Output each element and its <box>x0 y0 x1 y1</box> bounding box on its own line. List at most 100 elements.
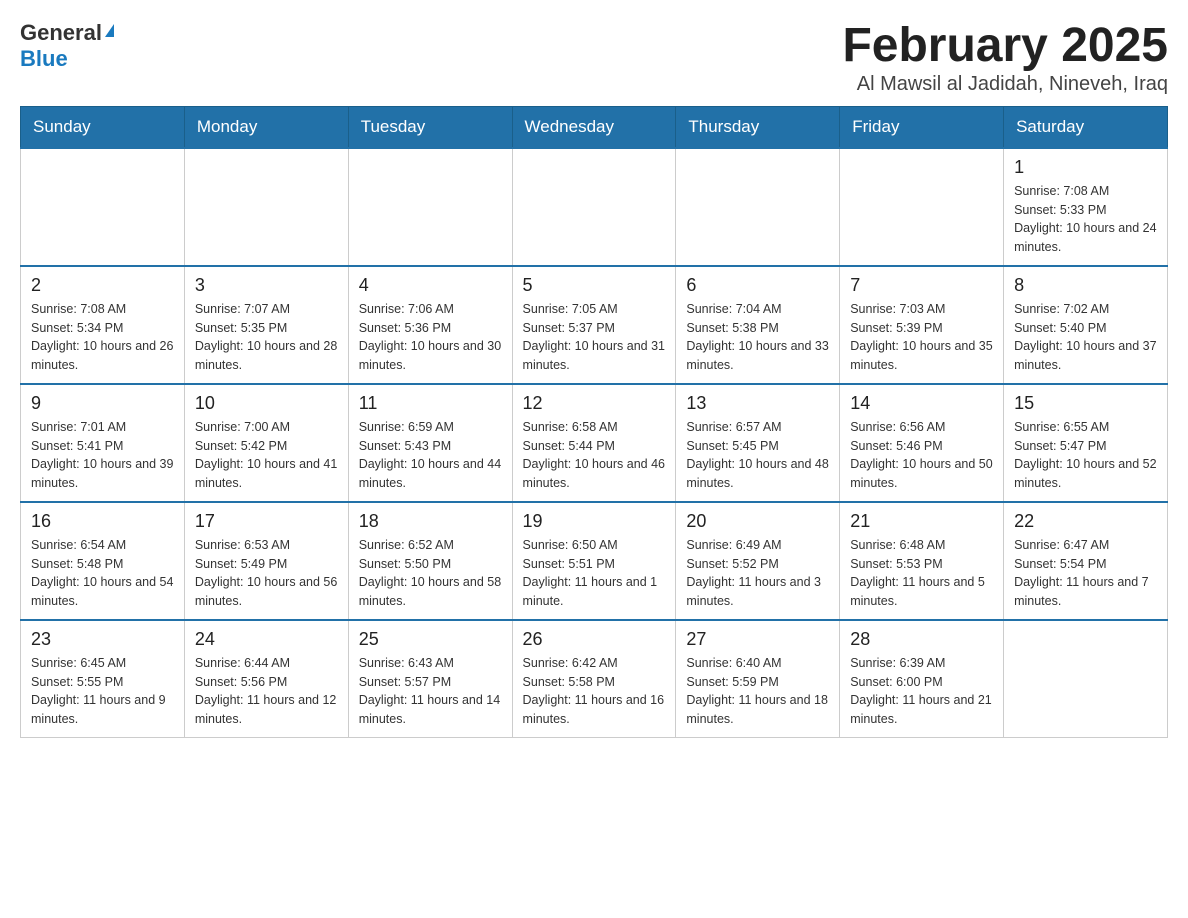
day-number: 17 <box>195 511 338 532</box>
day-info: Sunrise: 6:40 AMSunset: 5:59 PMDaylight:… <box>686 654 829 729</box>
day-number: 25 <box>359 629 502 650</box>
calendar-cell: 10 Sunrise: 7:00 AMSunset: 5:42 PMDayligh… <box>184 384 348 502</box>
day-info: Sunrise: 6:47 AMSunset: 5:54 PMDaylight:… <box>1014 536 1157 611</box>
title-area: February 2025 Al Mawsil al Jadidah, Nine… <box>842 20 1168 96</box>
day-number: 12 <box>523 393 666 414</box>
day-number: 14 <box>850 393 993 414</box>
day-number: 24 <box>195 629 338 650</box>
day-info: Sunrise: 6:56 AMSunset: 5:46 PMDaylight:… <box>850 418 993 493</box>
day-number: 5 <box>523 275 666 296</box>
calendar-cell: 2 Sunrise: 7:08 AMSunset: 5:34 PMDaylight… <box>21 266 185 384</box>
logo-blue-text: Blue <box>20 46 68 71</box>
calendar-table: SundayMondayTuesdayWednesdayThursdayFrid… <box>20 106 1168 738</box>
day-number: 10 <box>195 393 338 414</box>
week-row: 2 Sunrise: 7:08 AMSunset: 5:34 PMDaylight… <box>21 266 1168 384</box>
day-info: Sunrise: 6:54 AMSunset: 5:48 PMDaylight:… <box>31 536 174 611</box>
week-row: 16 Sunrise: 6:54 AMSunset: 5:48 PMDayligh… <box>21 502 1168 620</box>
calendar-cell <box>676 148 840 266</box>
calendar-cell: 6 Sunrise: 7:04 AMSunset: 5:38 PMDaylight… <box>676 266 840 384</box>
calendar-cell: 16 Sunrise: 6:54 AMSunset: 5:48 PMDayligh… <box>21 502 185 620</box>
day-of-week-header: Tuesday <box>348 106 512 148</box>
day-number: 13 <box>686 393 829 414</box>
calendar-cell: 24 Sunrise: 6:44 AMSunset: 5:56 PMDayligh… <box>184 620 348 738</box>
day-number: 28 <box>850 629 993 650</box>
calendar-cell: 23 Sunrise: 6:45 AMSunset: 5:55 PMDayligh… <box>21 620 185 738</box>
day-info: Sunrise: 7:08 AMSunset: 5:34 PMDaylight:… <box>31 300 174 375</box>
day-number: 7 <box>850 275 993 296</box>
day-info: Sunrise: 6:49 AMSunset: 5:52 PMDaylight:… <box>686 536 829 611</box>
day-info: Sunrise: 6:59 AMSunset: 5:43 PMDaylight:… <box>359 418 502 493</box>
day-of-week-header: Wednesday <box>512 106 676 148</box>
day-number: 3 <box>195 275 338 296</box>
calendar-cell: 28 Sunrise: 6:39 AMSunset: 6:00 PMDayligh… <box>840 620 1004 738</box>
day-number: 15 <box>1014 393 1157 414</box>
day-number: 6 <box>686 275 829 296</box>
day-info: Sunrise: 7:02 AMSunset: 5:40 PMDaylight:… <box>1014 300 1157 375</box>
day-info: Sunrise: 6:44 AMSunset: 5:56 PMDaylight:… <box>195 654 338 729</box>
day-info: Sunrise: 6:42 AMSunset: 5:58 PMDaylight:… <box>523 654 666 729</box>
calendar-title: February 2025 <box>842 20 1168 73</box>
calendar-cell: 27 Sunrise: 6:40 AMSunset: 5:59 PMDayligh… <box>676 620 840 738</box>
calendar-cell: 13Sunrise: 6:57 AMSunset: 5:45 PMDayligh… <box>676 384 840 502</box>
calendar-header-row: SundayMondayTuesdayWednesdayThursdayFrid… <box>21 106 1168 148</box>
logo-triangle-icon <box>105 24 114 37</box>
day-number: 11 <box>359 393 502 414</box>
day-number: 8 <box>1014 275 1157 296</box>
week-row: 9 Sunrise: 7:01 AMSunset: 5:41 PMDaylight… <box>21 384 1168 502</box>
page-header: General Blue February 2025 Al Mawsil al … <box>20 20 1168 96</box>
day-info: Sunrise: 6:55 AMSunset: 5:47 PMDaylight:… <box>1014 418 1157 493</box>
calendar-cell <box>21 148 185 266</box>
calendar-cell: 22 Sunrise: 6:47 AMSunset: 5:54 PMDayligh… <box>1004 502 1168 620</box>
calendar-cell: 8 Sunrise: 7:02 AMSunset: 5:40 PMDaylight… <box>1004 266 1168 384</box>
day-info: Sunrise: 7:04 AMSunset: 5:38 PMDaylight:… <box>686 300 829 375</box>
day-info: Sunrise: 6:45 AMSunset: 5:55 PMDaylight:… <box>31 654 174 729</box>
calendar-cell: 12 Sunrise: 6:58 AMSunset: 5:44 PMDayligh… <box>512 384 676 502</box>
day-number: 9 <box>31 393 174 414</box>
day-number: 21 <box>850 511 993 532</box>
day-number: 27 <box>686 629 829 650</box>
logo-general-text: General <box>20 20 102 46</box>
day-info: Sunrise: 6:39 AMSunset: 6:00 PMDaylight:… <box>850 654 993 729</box>
day-info: Sunrise: 7:07 AMSunset: 5:35 PMDaylight:… <box>195 300 338 375</box>
calendar-cell: 17Sunrise: 6:53 AMSunset: 5:49 PMDayligh… <box>184 502 348 620</box>
day-info: Sunrise: 6:50 AMSunset: 5:51 PMDaylight:… <box>523 536 666 611</box>
day-info: Sunrise: 7:08 AMSunset: 5:33 PMDaylight:… <box>1014 182 1157 257</box>
day-number: 18 <box>359 511 502 532</box>
calendar-cell: 25 Sunrise: 6:43 AMSunset: 5:57 PMDayligh… <box>348 620 512 738</box>
day-number: 23 <box>31 629 174 650</box>
day-info: Sunrise: 6:58 AMSunset: 5:44 PMDaylight:… <box>523 418 666 493</box>
calendar-cell <box>1004 620 1168 738</box>
calendar-cell: 15 Sunrise: 6:55 AMSunset: 5:47 PMDayligh… <box>1004 384 1168 502</box>
day-info: Sunrise: 7:03 AMSunset: 5:39 PMDaylight:… <box>850 300 993 375</box>
day-info: Sunrise: 7:05 AMSunset: 5:37 PMDaylight:… <box>523 300 666 375</box>
day-number: 2 <box>31 275 174 296</box>
day-number: 1 <box>1014 157 1157 178</box>
day-number: 20 <box>686 511 829 532</box>
day-of-week-header: Thursday <box>676 106 840 148</box>
calendar-cell <box>348 148 512 266</box>
calendar-cell: 21 Sunrise: 6:48 AMSunset: 5:53 PMDayligh… <box>840 502 1004 620</box>
day-info: Sunrise: 6:52 AMSunset: 5:50 PMDaylight:… <box>359 536 502 611</box>
day-info: Sunrise: 7:00 AMSunset: 5:42 PMDaylight:… <box>195 418 338 493</box>
day-of-week-header: Friday <box>840 106 1004 148</box>
calendar-cell: 18 Sunrise: 6:52 AMSunset: 5:50 PMDayligh… <box>348 502 512 620</box>
calendar-cell: 4 Sunrise: 7:06 AMSunset: 5:36 PMDaylight… <box>348 266 512 384</box>
calendar-cell <box>512 148 676 266</box>
calendar-cell: 7 Sunrise: 7:03 AMSunset: 5:39 PMDaylight… <box>840 266 1004 384</box>
day-of-week-header: Sunday <box>21 106 185 148</box>
calendar-cell: 14 Sunrise: 6:56 AMSunset: 5:46 PMDayligh… <box>840 384 1004 502</box>
day-number: 4 <box>359 275 502 296</box>
day-of-week-header: Monday <box>184 106 348 148</box>
logo: General Blue <box>20 20 114 72</box>
day-info: Sunrise: 6:43 AMSunset: 5:57 PMDaylight:… <box>359 654 502 729</box>
day-info: Sunrise: 6:48 AMSunset: 5:53 PMDaylight:… <box>850 536 993 611</box>
calendar-cell: 20 Sunrise: 6:49 AMSunset: 5:52 PMDayligh… <box>676 502 840 620</box>
day-info: Sunrise: 7:06 AMSunset: 5:36 PMDaylight:… <box>359 300 502 375</box>
day-info: Sunrise: 7:01 AMSunset: 5:41 PMDaylight:… <box>31 418 174 493</box>
calendar-subtitle: Al Mawsil al Jadidah, Nineveh, Iraq <box>842 73 1168 96</box>
day-number: 16 <box>31 511 174 532</box>
day-number: 19 <box>523 511 666 532</box>
day-number: 26 <box>523 629 666 650</box>
calendar-cell: 5 Sunrise: 7:05 AMSunset: 5:37 PMDaylight… <box>512 266 676 384</box>
day-number: 22 <box>1014 511 1157 532</box>
